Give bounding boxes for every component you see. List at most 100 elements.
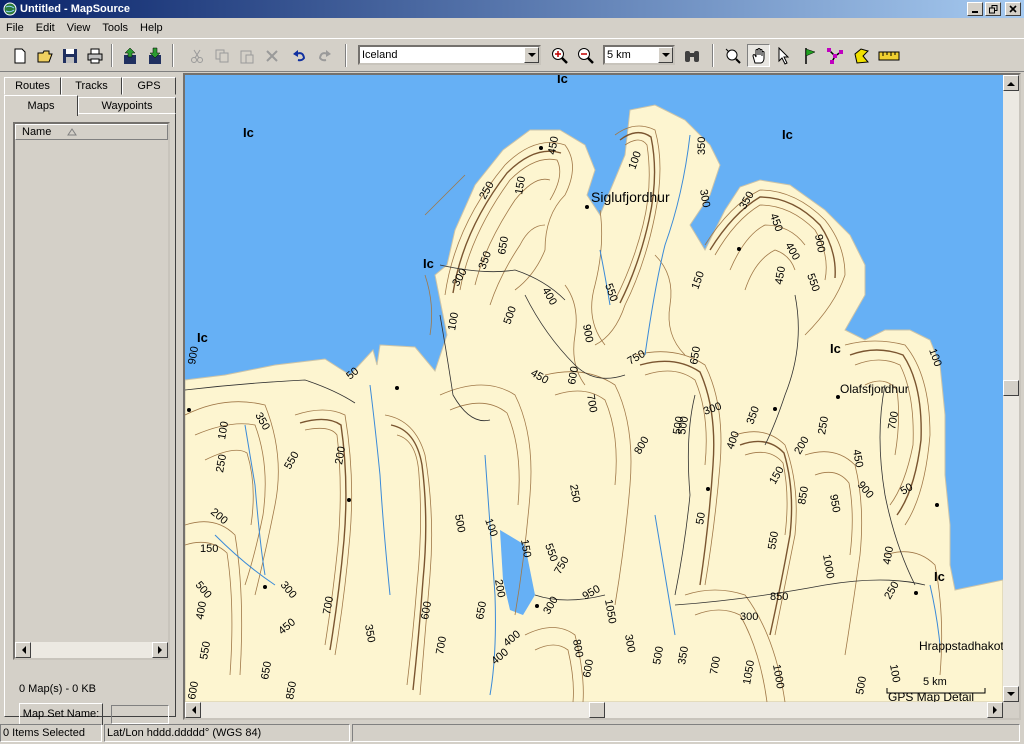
scroll-left-button[interactable] — [185, 702, 201, 718]
scroll-down-button[interactable] — [1003, 686, 1019, 702]
track-tool-icon — [853, 47, 869, 64]
arrow-up-icon — [1007, 81, 1015, 86]
menu-view[interactable]: View — [61, 22, 97, 34]
close-icon — [1009, 5, 1017, 13]
receive-from-device-icon — [148, 47, 161, 64]
maps-list[interactable]: Name — [13, 122, 170, 660]
zoom-out-icon — [577, 47, 594, 64]
minimize-button[interactable] — [967, 2, 983, 16]
scale-bar-label: 5 km — [923, 676, 947, 688]
redo-button[interactable] — [313, 44, 336, 67]
zoom-in-button[interactable] — [548, 44, 571, 67]
sort-ascending-icon — [67, 128, 78, 136]
map-count-text: 0 Map(s) - 0 KB — [19, 683, 97, 695]
copy-button[interactable] — [210, 44, 233, 67]
find-button[interactable] — [680, 44, 703, 67]
selection-status: 0 Items Selected — [0, 724, 102, 742]
elev-label: 850 — [770, 591, 788, 603]
status-info-panel — [352, 724, 1020, 742]
map-vscrollbar[interactable] — [1003, 75, 1019, 702]
paste-button[interactable] — [235, 44, 258, 67]
app-globe-icon — [3, 2, 17, 16]
route-tool-button[interactable] — [823, 44, 846, 67]
cut-button[interactable] — [185, 44, 208, 67]
map-hscroll-thumb[interactable] — [589, 702, 605, 718]
zoom-scale-select[interactable]: 5 km — [603, 45, 675, 65]
label-ic: Ic — [782, 127, 793, 142]
map-product-select[interactable]: Iceland — [358, 45, 541, 65]
tab-routes[interactable]: Routes — [4, 77, 61, 95]
track-tool-button[interactable] — [850, 44, 873, 67]
scroll-right-button[interactable] — [152, 642, 168, 658]
open-folder-icon — [37, 50, 53, 62]
restore-button[interactable] — [985, 2, 1001, 16]
scroll-right-button[interactable] — [987, 702, 1003, 718]
arrow-pointer-icon — [778, 46, 789, 65]
waypoint-tool-button[interactable] — [798, 44, 821, 67]
waypoint-flag-icon — [804, 47, 816, 64]
scroll-left-button[interactable] — [15, 642, 31, 658]
panel-tabs: Routes Tracks GPS Maps Waypoints — [4, 77, 176, 116]
menu-tools[interactable]: Tools — [96, 22, 134, 34]
distance-tool-button[interactable] — [877, 44, 900, 67]
tab-tracks[interactable]: Tracks — [61, 77, 122, 95]
undo-button[interactable] — [287, 44, 310, 67]
printer-icon — [87, 48, 102, 63]
zoom-scale-value: 5 km — [607, 49, 631, 61]
save-disk-icon — [62, 48, 77, 63]
map-hscrollbar[interactable] — [185, 702, 1003, 718]
close-button[interactable] — [1005, 2, 1021, 16]
redo-icon — [318, 49, 331, 61]
elev-label: 350 — [696, 137, 708, 155]
map-product-dropdown-button[interactable] — [524, 47, 539, 63]
label-siglufjordhur: Siglufjordhur — [591, 189, 670, 205]
title-bar[interactable]: Untitled - MapSource — [0, 0, 1024, 18]
paste-clipboard-icon — [240, 50, 253, 63]
arrow-left-icon — [191, 706, 196, 714]
position-format-status: Lat/Lon hddd.ddddd° (WGS 84) — [104, 724, 350, 742]
topographic-map[interactable]: Siglufjordhur Olafsfjordhur Hrappstadhak… — [185, 75, 1003, 702]
ruler-icon — [878, 51, 899, 60]
print-button[interactable] — [83, 44, 106, 67]
delete-button[interactable] — [260, 44, 283, 67]
window-title: Untitled - MapSource — [20, 3, 131, 15]
receive-from-device-button[interactable] — [143, 44, 166, 67]
send-to-device-icon — [123, 47, 136, 64]
scroll-up-button[interactable] — [1003, 75, 1019, 91]
menu-file[interactable]: File — [0, 22, 30, 34]
arrow-right-icon — [992, 706, 997, 714]
left-panel: Routes Tracks GPS Maps Waypoints Name 0 … — [2, 73, 178, 725]
menu-help[interactable]: Help — [134, 22, 169, 34]
copy-icon — [215, 49, 228, 62]
label-ic: Ic — [243, 125, 254, 140]
tab-gps[interactable]: GPS — [122, 77, 176, 95]
zoom-out-button[interactable] — [574, 44, 597, 67]
select-tool-button[interactable] — [772, 44, 795, 67]
toolbar-separator — [111, 44, 113, 67]
maps-list-hscrollbar[interactable] — [15, 642, 168, 658]
name-column-header[interactable]: Name — [15, 124, 168, 140]
map-view[interactable]: Siglufjordhur Olafsfjordhur Hrappstadhak… — [183, 73, 1021, 720]
dropdown-arrow-icon — [661, 52, 670, 57]
elev-label: 50 — [694, 511, 708, 525]
label-ic: Ic — [830, 341, 841, 356]
pan-tool-button[interactable] — [747, 44, 770, 67]
open-button[interactable] — [33, 44, 56, 67]
maps-tab-panel: Name 0 Map(s) - 0 KB Map Set Name: — [4, 113, 176, 725]
label-ic: Ic — [557, 75, 568, 86]
send-to-device-button[interactable] — [118, 44, 141, 67]
map-vscroll-thumb[interactable] — [1003, 380, 1019, 396]
hand-pan-icon — [751, 47, 764, 63]
save-button[interactable] — [58, 44, 81, 67]
zoom-tool-button[interactable] — [721, 44, 744, 67]
tab-maps[interactable]: Maps — [4, 95, 78, 116]
binoculars-icon — [684, 50, 699, 62]
scissors-icon — [190, 49, 203, 63]
new-button[interactable] — [8, 44, 31, 67]
toolbar-separator — [345, 44, 347, 67]
arrow-down-icon — [1007, 691, 1015, 696]
menu-edit[interactable]: Edit — [30, 22, 61, 34]
toolbar-separator — [712, 44, 714, 67]
restore-icon — [988, 4, 997, 13]
zoom-scale-dropdown-button[interactable] — [658, 47, 673, 63]
